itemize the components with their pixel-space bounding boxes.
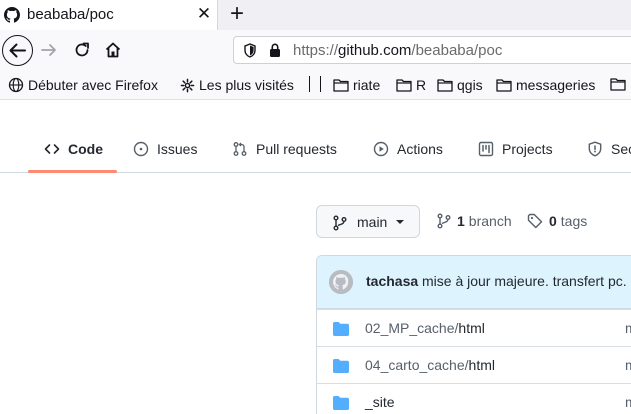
chevron-down-icon [396, 220, 404, 224]
tag-count-label: tags [560, 213, 588, 229]
address-bar[interactable]: https://github.com/beababa/poc [233, 36, 631, 64]
github-icon [4, 7, 20, 23]
last-commit-message[interactable]: m [625, 357, 631, 373]
bookmark-label: riate [353, 77, 381, 93]
bookmark-getting-started[interactable]: Débuter avec Firefox [8, 77, 158, 93]
tags-link[interactable]: 0 tags [527, 213, 587, 229]
branches-link[interactable]: 1 branch [437, 213, 512, 229]
file-leaf: _site [365, 394, 395, 410]
tab-label: Issues [157, 141, 198, 157]
repo-nav: Code Issues Pull requests Actions Projec… [0, 101, 631, 173]
url-scheme: https:// [293, 42, 339, 59]
url-path: /beababa/poc [411, 42, 503, 59]
home-icon [105, 42, 121, 58]
file-link[interactable]: 04_carto_cache/html [365, 357, 495, 373]
folder-icon [333, 322, 349, 336]
bookmark-label: Les plus visités [199, 77, 294, 93]
lock-icon[interactable] [268, 42, 282, 58]
arrow-right-icon [41, 44, 56, 56]
browser-tab[interactable]: beababa/poc ✕ [0, 0, 218, 30]
project-icon [478, 141, 494, 157]
tab-label: Projects [502, 141, 553, 157]
play-icon [373, 141, 389, 157]
browser-tabstrip: beababa/poc ✕ + [0, 0, 631, 30]
gear-icon [180, 78, 195, 92]
tab-security[interactable]: Sec [587, 139, 631, 159]
bookmark-folder-overflow[interactable] [610, 77, 630, 91]
bookmark-folder-qgis[interactable]: qgis [437, 77, 483, 93]
tab-label: Code [68, 141, 103, 157]
code-icon [44, 144, 60, 154]
pull-request-icon [233, 142, 247, 156]
home-button[interactable] [98, 35, 128, 65]
forward-button[interactable] [34, 35, 64, 65]
bookmark-label: qgis [457, 77, 483, 93]
tab-projects[interactable]: Projects [478, 139, 553, 159]
tab-label: Pull requests [256, 141, 337, 157]
file-leaf: html [468, 357, 495, 373]
tab-actions[interactable]: Actions [373, 139, 443, 159]
branch-count-label: branch [468, 213, 512, 229]
tracking-shield-icon[interactable] [243, 43, 257, 58]
folder-icon [496, 79, 512, 92]
folder-icon [333, 396, 349, 410]
file-row[interactable]: _site m [317, 383, 631, 414]
url-text[interactable]: https://github.com/beababa/poc [293, 42, 502, 59]
reload-icon [75, 42, 89, 57]
file-browser: tachasa mise à jour majeure. transfert p… [316, 255, 631, 414]
bookmark-folder-riate[interactable]: riate [333, 77, 380, 93]
tab-title: beababa/poc [27, 6, 114, 23]
last-commit-message[interactable]: m [625, 394, 631, 410]
file-leaf: html [458, 320, 485, 336]
tab-code[interactable]: Code [44, 139, 103, 159]
folder-icon [437, 79, 453, 92]
branch-selector-button[interactable]: main [316, 205, 420, 238]
bookmark-separator [320, 76, 321, 92]
latest-commit-bar: tachasa mise à jour majeure. transfert p… [317, 256, 631, 309]
tab-label: Actions [397, 141, 443, 157]
arrow-left-icon [9, 43, 26, 58]
bookmark-label: R [416, 77, 427, 93]
tab-issues[interactable]: Issues [133, 139, 197, 159]
bookmarks-toolbar: Débuter avec Firefox Les plus visités ri… [0, 70, 631, 100]
file-row[interactable]: 04_carto_cache/html m [317, 346, 631, 383]
current-branch-label: main [357, 214, 388, 230]
tag-count: 0 [549, 213, 557, 229]
commit-message-link[interactable]: mise à jour majeure. transfert pc. [422, 273, 627, 289]
branch-count: 1 [457, 213, 465, 229]
file-dir: 02_MP_cache/ [365, 320, 459, 336]
git-branch-icon [437, 213, 451, 229]
file-link[interactable]: _site [365, 394, 395, 410]
folder-icon [610, 78, 626, 91]
bookmark-separator [309, 76, 310, 92]
folder-icon [396, 79, 412, 92]
shield-icon [588, 141, 602, 157]
globe-icon [8, 77, 24, 93]
bookmark-folder-r[interactable]: R [396, 77, 426, 93]
avatar[interactable] [329, 270, 353, 294]
bookmark-most-visited[interactable]: Les plus visités [180, 77, 294, 93]
commit-author-link[interactable]: tachasa [366, 273, 418, 289]
last-commit-message[interactable]: m [625, 320, 631, 336]
reload-button[interactable] [67, 35, 97, 65]
bookmark-label: Débuter avec Firefox [28, 77, 158, 93]
folder-icon [333, 359, 349, 373]
bookmark-label: messageries [516, 77, 596, 93]
default-avatar-icon [329, 270, 353, 294]
close-tab-icon[interactable]: ✕ [194, 3, 214, 25]
new-tab-button[interactable]: + [225, 1, 249, 27]
tag-icon [527, 213, 543, 229]
back-button[interactable] [2, 35, 33, 66]
tab-label: Sec [611, 141, 631, 157]
file-link[interactable]: 02_MP_cache/html [365, 320, 485, 336]
url-domain: github.com [338, 42, 412, 59]
active-tab-indicator [28, 170, 117, 173]
tab-pull-requests[interactable]: Pull requests [232, 139, 337, 159]
folder-icon [333, 79, 349, 92]
issue-icon [133, 141, 149, 157]
bookmark-folder-messageries[interactable]: messageries [496, 77, 595, 93]
file-row[interactable]: 02_MP_cache/html m [317, 309, 631, 346]
git-branch-icon [333, 215, 347, 231]
file-dir: 04_carto_cache/ [365, 357, 469, 373]
